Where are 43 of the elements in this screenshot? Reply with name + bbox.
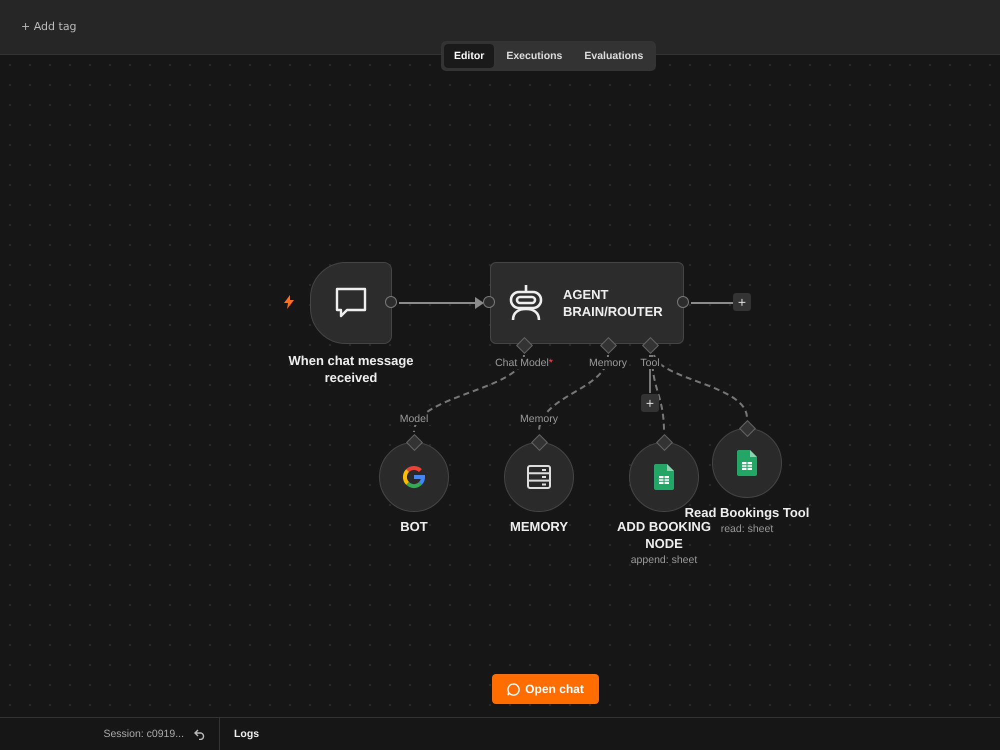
spreadsheet-icon xyxy=(654,464,674,490)
robot-icon xyxy=(507,284,545,322)
node-title: AGENT BRAIN/ROUTER xyxy=(563,286,664,320)
node-label: MEMORY xyxy=(510,518,568,535)
node-label: ADD BOOKING NODE xyxy=(616,518,712,552)
add-node-button[interactable]: + xyxy=(733,293,751,311)
port-label: Tool xyxy=(638,357,662,369)
port-label: Memory xyxy=(587,357,629,369)
port-label: Model xyxy=(398,413,430,425)
port-label: Memory xyxy=(518,413,560,425)
node-label: Read Bookings Tool xyxy=(684,504,810,521)
chat-bubble-icon xyxy=(507,682,520,696)
port-handle[interactable] xyxy=(406,434,422,450)
tab[interactable]: Evaluations xyxy=(574,44,654,68)
trigger-node[interactable] xyxy=(310,262,392,344)
session-id: Session: c0919... xyxy=(103,728,184,740)
port-handle[interactable] xyxy=(516,336,532,354)
input-handle[interactable] xyxy=(483,296,495,308)
spreadsheet-icon xyxy=(737,450,757,476)
add-tool-button[interactable]: + xyxy=(641,394,659,412)
port-handle[interactable] xyxy=(738,420,756,436)
port-handle[interactable] xyxy=(530,434,548,450)
undo-icon[interactable] xyxy=(194,728,206,740)
server-icon xyxy=(526,464,552,490)
add-tag-link[interactable]: + Add tag xyxy=(21,20,77,33)
agent-node[interactable]: AGENT BRAIN/ROUTER xyxy=(490,262,684,344)
output-handle[interactable] xyxy=(677,296,689,308)
logs-title: Logs xyxy=(234,728,260,740)
google-g-icon xyxy=(402,465,426,489)
tab[interactable]: Editor xyxy=(444,44,494,68)
tab[interactable]: Executions xyxy=(496,44,572,68)
output-handle[interactable] xyxy=(385,296,397,308)
node-subtitle: read: sheet xyxy=(720,523,774,535)
node-label: When chat message received xyxy=(288,352,414,386)
lightning-icon xyxy=(283,295,295,309)
port-handle[interactable] xyxy=(656,434,672,450)
node-label: BOT xyxy=(400,518,428,535)
port-label: Chat Model* xyxy=(493,357,555,369)
port-handle[interactable] xyxy=(642,336,658,354)
chat-bubble-icon xyxy=(334,286,368,320)
connection-line xyxy=(691,302,733,304)
node-subtitle: append: sheet xyxy=(630,554,698,566)
port-handle[interactable] xyxy=(600,336,616,354)
